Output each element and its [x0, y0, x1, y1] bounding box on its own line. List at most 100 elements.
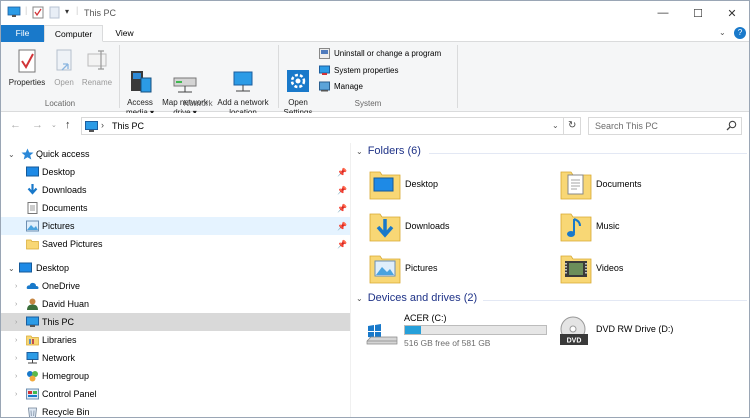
pin-icon[interactable]: 📌	[337, 240, 347, 249]
tab-view[interactable]: View	[103, 25, 146, 42]
address-dropdown-icon[interactable]: ⌄	[552, 121, 559, 130]
folder-label: Music	[596, 221, 620, 231]
sidebar-item-homegroup[interactable]: › Homegroup	[1, 367, 350, 385]
ribbon-divider	[457, 45, 458, 108]
open-icon	[49, 48, 79, 76]
address-path[interactable]: This PC	[112, 121, 144, 131]
customize-toolbar-icon[interactable]: ▾	[65, 7, 69, 16]
help-icon[interactable]: ?	[734, 27, 746, 39]
drive-c[interactable]: ACER (C:) 516 GB free of 581 GB	[366, 312, 551, 352]
address-bar[interactable]: › This PC ⌄ ↻	[81, 117, 581, 135]
open-label: Open	[54, 78, 74, 87]
tab-file[interactable]: File	[1, 25, 44, 42]
breadcrumb-chevron-icon[interactable]: ›	[101, 120, 104, 130]
system-group-label: System	[354, 99, 382, 108]
folder-pictures[interactable]: Pictures	[369, 250, 549, 290]
chevron-down-icon[interactable]: ⌄	[719, 28, 726, 37]
forward-arrow-icon[interactable]: →	[32, 119, 43, 131]
system-properties-button[interactable]: System properties	[319, 64, 398, 77]
pin-icon[interactable]: 📌	[337, 186, 347, 195]
chevron-right-icon[interactable]: ›	[15, 391, 17, 398]
sidebar-item-label: Desktop	[42, 167, 76, 177]
sidebar-item-user[interactable]: › David Huan	[1, 295, 350, 313]
back-arrow-icon[interactable]: ←	[10, 119, 21, 131]
rename-icon	[79, 48, 115, 76]
folder-icon	[26, 238, 39, 250]
folder-documents[interactable]: Documents	[560, 166, 740, 206]
properties-label: Properties	[8, 78, 46, 87]
sidebar-item-downloads[interactable]: Downloads 📌	[1, 181, 350, 199]
location-group-label: Location	[44, 99, 76, 108]
access-media-icon	[121, 58, 159, 93]
refresh-icon[interactable]: ↻	[568, 120, 576, 131]
uninstall-button[interactable]: Uninstall or change a program	[319, 47, 441, 60]
documents-folder-icon	[560, 166, 592, 202]
rename-button[interactable]: Rename	[79, 48, 115, 88]
rename-label: Rename	[81, 78, 113, 87]
add-network-location-icon	[212, 58, 274, 92]
sidebar-item-saved-pictures[interactable]: Saved Pictures 📌	[1, 235, 350, 253]
chevron-right-icon[interactable]: ›	[15, 301, 17, 308]
sidebar-item-label: Quick access	[36, 149, 90, 159]
sidebar-item-desktop[interactable]: Desktop 📌	[1, 163, 350, 181]
sidebar-item-label: Desktop	[36, 263, 70, 273]
folders-group-header[interactable]: ⌄ Folders (6)	[356, 145, 421, 157]
group-divider	[429, 153, 747, 154]
desktop-folder-icon	[369, 166, 401, 202]
search-placeholder: Search This PC	[595, 121, 658, 131]
downloads-folder-icon	[369, 208, 401, 244]
computer-icon[interactable]	[7, 6, 21, 20]
open-button[interactable]: Open	[49, 48, 79, 88]
sidebar-item-label: Saved Pictures	[42, 239, 103, 249]
properties-button[interactable]: Properties	[5, 48, 49, 88]
new-folder-quick-icon[interactable]	[49, 6, 60, 21]
folder-desktop[interactable]: Desktop	[369, 166, 549, 206]
chevron-right-icon[interactable]: ›	[15, 337, 17, 344]
pictures-icon	[26, 220, 39, 232]
sidebar-item-control-panel[interactable]: › Control Panel	[1, 385, 350, 403]
dvd-drive-icon: DVD	[557, 315, 591, 349]
properties-quick-icon[interactable]	[32, 6, 44, 21]
chevron-down-icon[interactable]: ⌄	[356, 294, 363, 303]
chevron-down-icon[interactable]: ⌄	[8, 264, 15, 273]
sidebar-item-libraries[interactable]: › Libraries	[1, 331, 350, 349]
drives-group-header[interactable]: ⌄ Devices and drives (2)	[356, 292, 477, 304]
sidebar-item-pictures[interactable]: Pictures 📌	[1, 217, 350, 235]
folder-downloads[interactable]: Downloads	[369, 208, 549, 248]
pin-icon[interactable]: 📌	[337, 204, 347, 213]
chevron-down-icon[interactable]: ⌄	[8, 150, 15, 159]
chevron-right-icon[interactable]: ›	[15, 373, 17, 380]
minimize-button[interactable]: —	[646, 1, 680, 25]
tab-computer[interactable]: Computer	[44, 25, 103, 42]
folder-videos[interactable]: Videos	[560, 250, 740, 290]
chevron-down-icon[interactable]: ⌄	[356, 147, 363, 156]
gear-icon	[281, 58, 315, 92]
manage-button[interactable]: Manage	[319, 80, 363, 93]
sidebar-item-recycle-bin[interactable]: Recycle Bin	[1, 403, 350, 417]
sidebar-item-label: Control Panel	[42, 389, 97, 399]
sidebar-item-label: Homegroup	[42, 371, 90, 381]
title-bar: | ▾ | This PC — ☐ ✕	[1, 1, 749, 25]
sidebar-item-desktop-root[interactable]: ⌄ Desktop	[1, 259, 350, 277]
recent-locations-icon[interactable]: ⌄	[51, 121, 57, 129]
sidebar-item-onedrive[interactable]: › OneDrive	[1, 277, 350, 295]
control-panel-icon	[26, 388, 39, 400]
close-button[interactable]: ✕	[715, 1, 749, 25]
sidebar-item-this-pc[interactable]: › This PC	[1, 313, 350, 331]
sidebar-item-documents[interactable]: Documents 📌	[1, 199, 350, 217]
up-arrow-icon[interactable]: ↑	[65, 119, 71, 131]
maximize-button[interactable]: ☐	[681, 1, 715, 25]
content-pane: ⌄ Folders (6) Desktop Documents Download…	[351, 139, 749, 417]
search-icon[interactable]	[726, 120, 737, 133]
search-input[interactable]: Search This PC	[588, 117, 742, 135]
pin-icon[interactable]: 📌	[337, 168, 347, 177]
sidebar-item-network[interactable]: › Network	[1, 349, 350, 367]
sidebar-item-quick-access[interactable]: ⌄ Quick access	[1, 145, 350, 163]
drive-d[interactable]: DVD DVD RW Drive (D:)	[557, 312, 747, 352]
music-folder-icon	[560, 208, 592, 244]
folder-music[interactable]: Music	[560, 208, 740, 248]
chevron-right-icon[interactable]: ›	[15, 355, 17, 362]
pin-icon[interactable]: 📌	[337, 222, 347, 231]
chevron-right-icon[interactable]: ›	[15, 319, 17, 326]
chevron-right-icon[interactable]: ›	[15, 283, 17, 290]
